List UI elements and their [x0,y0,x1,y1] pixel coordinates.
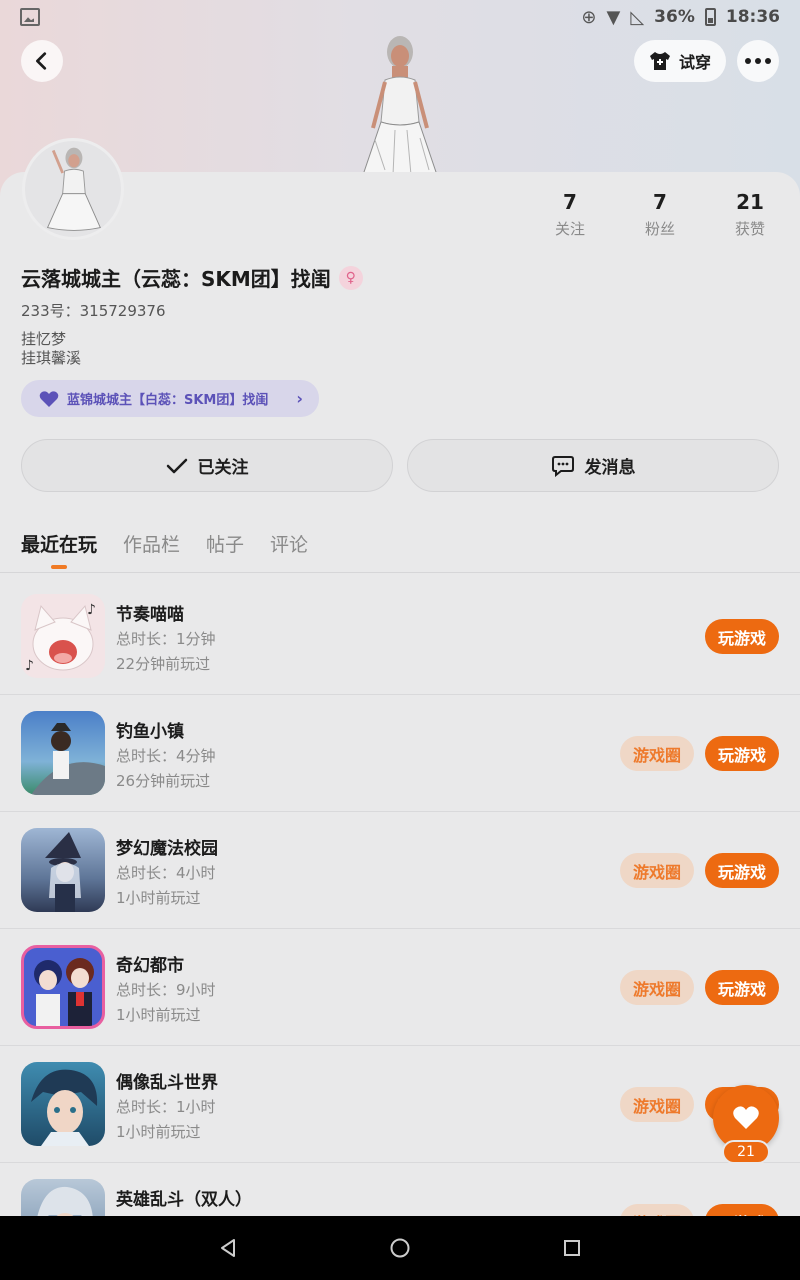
gallery-notification-icon [20,8,40,26]
game-circle-button[interactable]: 游戏圈 [620,1087,694,1122]
game-last-played: 1小时前玩过 [116,1123,201,1141]
game-duration: 总时长：1分钟 [116,630,216,648]
tab-comments[interactable]: 评论 [270,530,308,569]
stat-following[interactable]: 7 关注 [525,190,615,239]
stat-label: 粉丝 [644,220,675,238]
play-game-button[interactable]: 玩游戏 [705,736,779,771]
user-id: 233号：315729376 [21,302,166,320]
game-circle-button[interactable]: 游戏圈 [620,1204,694,1216]
message-label: 发消息 [584,458,636,478]
home-circle-icon[interactable] [389,1237,411,1259]
relation-tag[interactable]: 蓝锦城城主【白蕊：SKM团】找闺 › [21,380,319,417]
recently-played-list: ♪ ♪ 节奏喵喵 总时长：1分钟 22分钟前玩过 玩游戏 钓鱼小镇 总时长：4分钟… [0,578,800,1216]
game-last-played: 22分钟前玩过 [116,655,211,673]
divider [0,572,800,573]
chat-bubble-icon [551,455,574,477]
game-duration: 总时长：1小时 [116,1098,216,1116]
stat-label: 关注 [554,220,585,238]
play-game-button[interactable]: 玩游戏 [705,1204,779,1216]
stat-label: 获赞 [734,220,765,238]
relation-tag-label: 蓝锦城城主【白蕊：SKM团】找闺 [67,393,269,408]
tab-posts[interactable]: 帖子 [206,530,244,569]
status-bar: ⊕ ▼ ◺ 36% 18:36 [0,0,800,34]
game-name: 梦幻魔法校园 [116,839,218,859]
system-navigation-bar [0,1216,800,1280]
avatar-figure [46,147,101,231]
game-circle-button[interactable]: 游戏圈 [620,853,694,888]
game-duration: 总时长：9小时 [116,981,216,999]
heart-icon [39,390,59,407]
profile-bio: 挂忆梦 挂琪馨溪 [21,330,81,368]
profile-actions: 已关注 发消息 [21,439,779,492]
play-game-button[interactable]: 玩游戏 [705,619,779,654]
try-on-label: 试穿 [678,53,711,72]
profile-tabs: 最近在玩 作品栏 帖子 评论 [21,530,308,569]
profile-stats: 7 关注 7 粉丝 21 获赞 [525,190,795,239]
game-name: 节奏喵喵 [116,605,184,625]
game-icon [21,828,105,912]
game-icon [21,1062,105,1146]
try-on-button[interactable]: 试穿 [634,40,726,82]
like-count: 21 [722,1140,770,1164]
wifi-icon: ▼ [606,6,621,28]
more-options-button[interactable] [737,40,779,82]
stat-value: 7 [653,190,667,214]
game-last-played: 1小时前玩过 [116,889,201,907]
game-icon: ♪ ♪ [21,594,105,678]
battery-icon [704,8,716,26]
chevron-right-icon: › [296,389,303,408]
chevron-left-icon [36,52,47,70]
game-last-played: 26分钟前玩过 [116,772,211,790]
avatar[interactable] [22,138,124,240]
back-button[interactable] [21,40,63,82]
clock: 18:36 [725,7,780,27]
checkmark-icon [166,458,187,473]
more-dots-icon [745,58,771,64]
game-icon [21,711,105,795]
tab-works[interactable]: 作品栏 [123,530,180,569]
game-last-played: 1小时前玩过 [116,1006,201,1024]
no-signal-icon: ◺ [630,6,645,28]
followed-label: 已关注 [197,458,249,478]
nickname-text: 云落城城主（云蕊：SKM团】找闺 [21,267,331,291]
list-item[interactable]: 奇幻都市 总时长：9小时 1小时前玩过 游戏圈 玩游戏 [0,929,800,1046]
list-item[interactable]: 英雄乱斗（双人） 游戏圈 玩游戏 [0,1163,800,1216]
battery-percent: 36% [654,7,695,27]
recents-square-icon[interactable] [561,1237,583,1259]
svg-text:♪: ♪ [25,658,34,674]
followed-button[interactable]: 已关注 [21,439,393,492]
game-icon [21,1179,105,1216]
stat-followers[interactable]: 7 粉丝 [615,190,705,239]
heart-icon [733,1106,759,1129]
profile-nickname: 云落城城主（云蕊：SKM团】找闺 ♀ [21,263,363,292]
game-name: 钓鱼小镇 [116,722,184,742]
list-item[interactable]: 钓鱼小镇 总时长：4分钟 26分钟前玩过 游戏圈 玩游戏 [0,695,800,812]
game-duration: 总时长：4小时 [116,864,216,882]
data-saver-icon: ⊕ [581,6,597,28]
stat-value: 7 [563,190,577,214]
message-button[interactable]: 发消息 [407,439,779,492]
female-icon: ♀ [338,265,363,290]
game-duration: 总时长：4分钟 [116,747,216,765]
list-item[interactable]: 梦幻魔法校园 总时长：4小时 1小时前玩过 游戏圈 玩游戏 [0,812,800,929]
back-triangle-icon[interactable] [217,1237,239,1259]
stat-value: 21 [736,190,764,214]
game-icon [21,945,105,1029]
game-name: 奇幻都市 [116,956,184,976]
play-game-button[interactable]: 玩游戏 [705,853,779,888]
tab-recently-played[interactable]: 最近在玩 [21,530,97,569]
avatar-outfit-figure [362,36,438,179]
play-game-button[interactable]: 玩游戏 [705,970,779,1005]
game-name: 偶像乱斗世界 [116,1073,218,1093]
stat-likes[interactable]: 21 获赞 [705,190,795,239]
bio-line: 挂琪馨溪 [21,349,82,367]
svg-text:♪: ♪ [87,602,96,618]
game-name: 英雄乱斗（双人） [116,1190,252,1210]
bio-line: 挂忆梦 [21,330,67,348]
game-circle-button[interactable]: 游戏圈 [620,736,694,771]
list-item[interactable]: ♪ ♪ 节奏喵喵 总时长：1分钟 22分钟前玩过 玩游戏 [0,578,800,695]
game-circle-button[interactable]: 游戏圈 [620,970,694,1005]
list-item[interactable]: 偶像乱斗世界 总时长：1小时 1小时前玩过 游戏圈 玩游戏 [0,1046,800,1163]
shirt-icon [649,52,670,70]
